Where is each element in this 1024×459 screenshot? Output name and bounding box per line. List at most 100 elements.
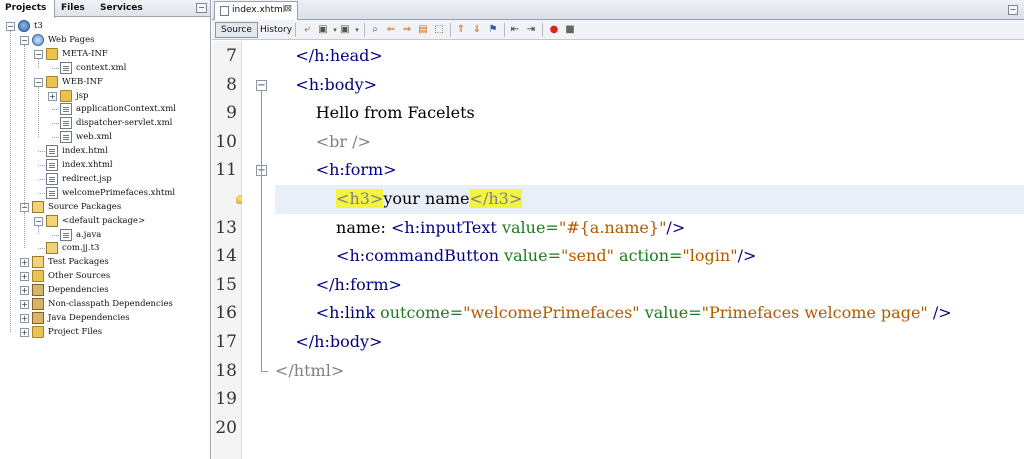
back-icon[interactable]: ▣: [317, 24, 329, 36]
close-tab-icon[interactable]: ⊠: [284, 4, 292, 14]
tree-node[interactable]: com.jj.t3: [0, 241, 210, 255]
code-line[interactable]: </h:head>: [275, 42, 1024, 71]
tree-node[interactable]: index.xhtml: [0, 158, 210, 172]
expand-icon[interactable]: +: [48, 91, 57, 101]
line-number-gutter: 7 8 9 10 11 13 14 15 16 17 18 19 20: [212, 41, 244, 459]
tree-node[interactable]: − Source Packages: [0, 200, 210, 214]
tree-node[interactable]: welcomePrimefaces.xhtml: [0, 186, 210, 200]
tree-node[interactable]: index.html: [0, 144, 210, 158]
toggle-rect-selection-icon[interactable]: ⬚: [433, 24, 445, 36]
code-line[interactable]: Hello from Facelets: [275, 99, 1024, 128]
tree-connector: [52, 67, 59, 69]
globe-folder-icon: [32, 33, 44, 46]
history-view-button[interactable]: History: [254, 22, 298, 38]
line-number: 7: [226, 46, 237, 66]
code-token: value=: [639, 303, 702, 323]
tree-node[interactable]: + jsp: [0, 89, 210, 103]
tree-node[interactable]: + Java Dependencies: [0, 311, 210, 325]
tree-node[interactable]: + Dependencies: [0, 283, 210, 297]
fold-collapse-icon[interactable]: −: [256, 79, 267, 91]
tree-node[interactable]: − WEB-INF: [0, 75, 210, 89]
code-line[interactable]: <br />: [275, 128, 1024, 157]
collapse-icon[interactable]: −: [34, 77, 43, 87]
code-line[interactable]: <h:body>: [275, 71, 1024, 100]
tree-connector: [38, 178, 45, 180]
next-bookmark-icon[interactable]: ⇓: [471, 24, 483, 36]
find-previous-icon[interactable]: ⇐: [385, 24, 397, 36]
previous-bookmark-icon[interactable]: ⇑: [455, 24, 467, 36]
code-line[interactable]: </html>: [275, 357, 1024, 386]
tree-node[interactable]: − Web Pages: [0, 33, 210, 47]
tree-node[interactable]: + Non-classpath Dependencies: [0, 297, 210, 311]
tree-node[interactable]: − <default package>: [0, 214, 210, 228]
jar-folder-icon: [32, 284, 44, 297]
tree-node[interactable]: + Other Sources: [0, 269, 210, 283]
code-line[interactable]: <h:commandButton value="send" action="lo…: [275, 242, 1024, 271]
code-token: <h:body>: [295, 74, 378, 94]
expand-icon[interactable]: +: [20, 300, 29, 309]
expand-icon[interactable]: +: [20, 327, 29, 337]
code-token: <h:form>: [315, 160, 397, 180]
file-tab-label: index.xhtml: [232, 5, 286, 15]
code-line[interactable]: [275, 385, 1024, 414]
projects-panel: Projects Files Services − − t3− Web Pages −…: [0, 0, 211, 459]
code-line[interactable]: <h:link outcome="welcomePrimefaces" valu…: [275, 299, 1024, 328]
tab-projects[interactable]: Projects: [0, 0, 55, 18]
tab-services[interactable]: Services: [95, 0, 145, 17]
forward-icon[interactable]: ▣: [339, 24, 351, 36]
source-view-button[interactable]: Source: [215, 22, 258, 38]
start-macro-icon[interactable]: ●: [548, 24, 560, 36]
forward-dropdown-icon[interactable]: ▾: [351, 24, 363, 36]
code-line[interactable]: <h3>your name</h3>: [275, 185, 1024, 214]
code-line[interactable]: <h:form>: [275, 156, 1024, 185]
tree-node[interactable]: applicationContext.xml: [0, 102, 210, 116]
tab-index-xhtml[interactable]: index.xhtml ⊠: [214, 1, 298, 20]
expand-icon[interactable]: +: [20, 272, 29, 282]
tree-connector: [38, 151, 45, 153]
tree-node[interactable]: dispatcher-servlet.xml: [0, 116, 210, 130]
last-edit-icon[interactable]: ⤶: [301, 24, 313, 36]
minimize-panel-button[interactable]: −: [196, 3, 207, 13]
expand-icon[interactable]: +: [20, 313, 29, 323]
tree-node-label: Test Packages: [48, 257, 109, 268]
tab-files[interactable]: Files: [56, 0, 92, 17]
toggle-bookmark-icon[interactable]: ⚑: [487, 24, 499, 36]
code-line[interactable]: </h:form>: [275, 271, 1024, 300]
package-icon: [46, 242, 58, 255]
toolbar-separator: [295, 23, 296, 37]
find-next-icon[interactable]: ⇒: [401, 24, 413, 36]
tree-node[interactable]: + Project Files: [0, 325, 210, 339]
editor-toolbar: Source History ⤶ ▣ ▾ ▣ ▾ ⌕ ⇐ ⇒ ▤ ⬚ ⇑ ⇓ ⚑…: [212, 20, 1024, 40]
tree-guide-line: [24, 44, 25, 207]
fold-end-marker: [261, 370, 268, 372]
expand-icon[interactable]: +: [20, 258, 29, 268]
minimize-editor-button[interactable]: −: [1008, 5, 1018, 15]
shift-right-icon[interactable]: ⇥: [525, 24, 537, 36]
code-editor[interactable]: 7 8 9 10 11 13 14 15 16 17 18 19 20 − − </h:head> <h:…: [212, 41, 1024, 459]
collapse-icon[interactable]: −: [34, 49, 43, 59]
shift-left-icon[interactable]: ⇤: [509, 24, 521, 36]
tree-node[interactable]: context.xml: [0, 61, 210, 75]
tree-node[interactable]: − t3: [0, 19, 210, 33]
tree-node[interactable]: − META-INF: [0, 47, 210, 61]
stop-macro-icon[interactable]: ■: [564, 24, 576, 36]
code-line[interactable]: name: <h:inputText value="#{a.name}"/>: [275, 214, 1024, 243]
collapse-icon[interactable]: −: [6, 22, 15, 31]
tree-node-label: welcomePrimefaces.xhtml: [62, 187, 176, 198]
code-line[interactable]: </h:body>: [275, 328, 1024, 357]
tree-node[interactable]: redirect.jsp: [0, 172, 210, 186]
collapse-icon[interactable]: −: [34, 216, 43, 226]
toggle-highlight-icon[interactable]: ▤: [417, 24, 429, 36]
line-number: 18: [215, 360, 237, 381]
tree-connector: [52, 137, 59, 139]
tree-node[interactable]: web.xml: [0, 130, 210, 144]
tree-node[interactable]: a.java: [0, 228, 210, 242]
tree-node[interactable]: + Test Packages: [0, 255, 210, 269]
expand-icon[interactable]: +: [20, 286, 29, 296]
tree-guide-line: [24, 211, 25, 249]
code-token: />: [737, 246, 757, 266]
code-line[interactable]: [275, 414, 1024, 443]
collapse-icon[interactable]: −: [20, 35, 29, 45]
find-icon[interactable]: ⌕: [369, 24, 381, 36]
